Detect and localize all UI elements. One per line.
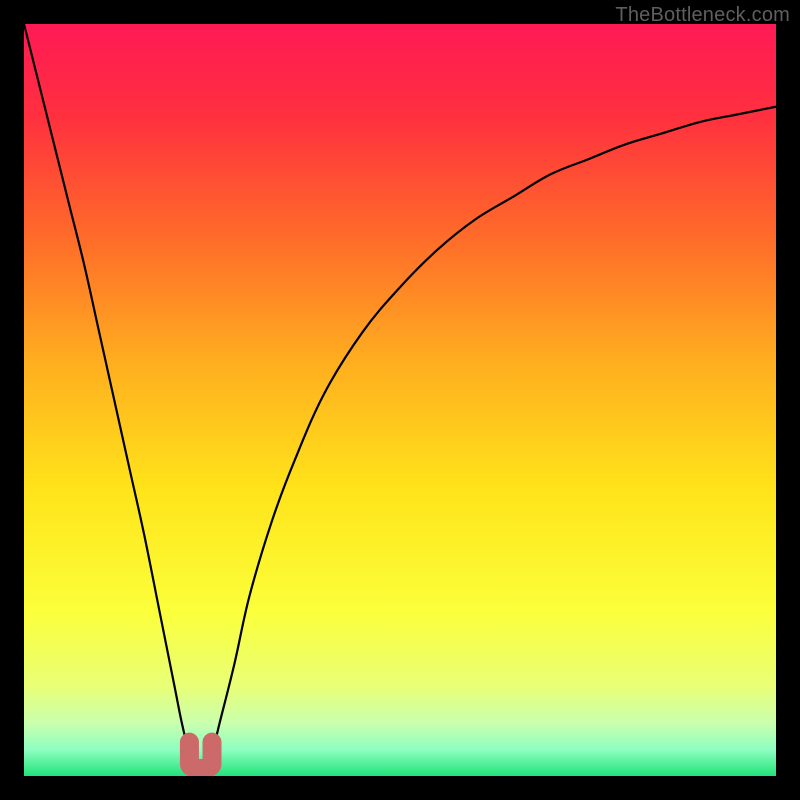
watermark-text: TheBottleneck.com (615, 4, 790, 27)
chart-svg (24, 24, 776, 776)
plot-area (24, 24, 776, 776)
gradient-background (24, 24, 776, 776)
chart-frame: TheBottleneck.com (0, 0, 800, 800)
